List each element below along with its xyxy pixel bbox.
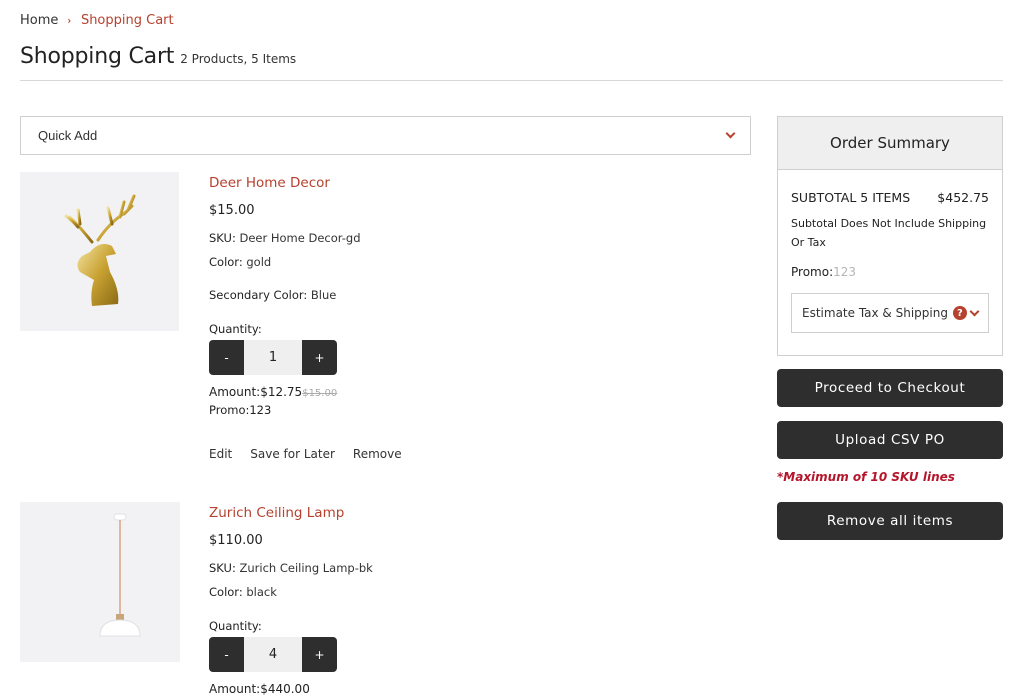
title-row: Shopping Cart 2 Products, 5 Items <box>20 44 296 69</box>
product-info: Deer Home Decor $15.00 SKU: Deer Home De… <box>209 172 729 461</box>
increase-quantity-button[interactable]: + <box>302 340 337 375</box>
remove-all-items-button[interactable]: Remove all items <box>777 502 1003 540</box>
product-price: $110.00 <box>209 533 263 548</box>
quantity-stepper: - 1 + <box>209 340 337 375</box>
color-value: gold <box>246 255 272 269</box>
product-image[interactable] <box>20 172 179 331</box>
promo-label: Promo: <box>209 403 250 417</box>
order-summary: Order Summary SUBTOTAL 5 ITEMS $452.75 S… <box>777 116 1003 356</box>
product-sku: SKU: Deer Home Decor-gd <box>209 231 729 245</box>
promo-value: 123 <box>249 403 272 417</box>
subtotal-note: Subtotal Does Not Include Shipping Or Ta… <box>791 217 987 249</box>
decrease-quantity-button[interactable]: - <box>209 637 244 672</box>
subtotal-label: SUBTOTAL 5 ITEMS <box>791 190 911 205</box>
summary-promo: Promo:123 <box>791 265 989 279</box>
cart-item: Deer Home Decor $15.00 SKU: Deer Home De… <box>20 172 751 482</box>
product-name-link[interactable]: Zurich Ceiling Lamp <box>209 505 729 521</box>
quantity-stepper: - 4 + <box>209 637 337 672</box>
order-summary-body: SUBTOTAL 5 ITEMS $452.75 Subtotal Does N… <box>778 190 1002 333</box>
upload-csv-po-button[interactable]: Upload CSV PO <box>777 421 1003 459</box>
secondary-color-value: Blue <box>310 288 337 302</box>
quick-add-dropdown[interactable]: Quick Add <box>20 116 751 155</box>
order-summary-title: Order Summary <box>778 117 1002 170</box>
chevron-down-icon <box>725 128 736 139</box>
help-icon[interactable]: ? <box>952 306 967 320</box>
subtotal-amount: $452.75 <box>937 190 989 205</box>
product-name-link[interactable]: Deer Home Decor <box>209 175 729 191</box>
deer-head-image <box>64 194 136 306</box>
product-color: Color: gold <box>209 255 729 269</box>
quantity-label: Quantity: <box>209 619 262 633</box>
original-amount: $15.00 <box>302 388 338 399</box>
max-sku-note: *Maximum of 10 SKU lines <box>777 470 955 484</box>
ceiling-lamp-image <box>99 513 141 637</box>
amount-value: $12.75 <box>260 385 303 399</box>
amount-label: Amount: <box>209 682 261 696</box>
quick-add-label: Quick Add <box>38 128 98 143</box>
subtotal-row: SUBTOTAL 5 ITEMS $452.75 <box>791 190 989 205</box>
quantity-value[interactable]: 4 <box>244 637 302 672</box>
quantity-value[interactable]: 1 <box>244 340 302 375</box>
color-value: black <box>246 585 277 599</box>
breadcrumb-current: Shopping Cart <box>80 13 174 28</box>
chevron-right-icon: › <box>67 14 72 27</box>
chevron-down-icon <box>969 306 980 316</box>
save-for-later-link[interactable]: Save for Later <box>250 447 335 461</box>
item-amount: Amount:$12.75$15.00 <box>209 385 729 399</box>
quantity-label: Quantity: <box>209 322 262 336</box>
product-color: Color: black <box>209 585 729 599</box>
decrease-quantity-button[interactable]: - <box>209 340 244 375</box>
product-sku: SKU: Zurich Ceiling Lamp-bk <box>209 561 729 575</box>
color-label: Color: <box>209 255 243 269</box>
sku-label: SKU: <box>209 231 236 245</box>
remove-link[interactable]: Remove <box>353 447 402 461</box>
product-image[interactable] <box>20 502 180 662</box>
proceed-to-checkout-button[interactable]: Proceed to Checkout <box>777 369 1003 407</box>
breadcrumb: Home › Shopping Cart <box>20 13 174 28</box>
title-divider <box>20 80 1003 81</box>
product-price: $15.00 <box>209 203 255 218</box>
increase-quantity-button[interactable]: + <box>302 637 337 672</box>
page-title: Shopping Cart <box>20 44 175 69</box>
item-amount: Amount:$440.00 <box>209 682 729 696</box>
amount-value: $440.00 <box>260 682 310 696</box>
cart-item: Zurich Ceiling Lamp $110.00 SKU: Zurich … <box>20 502 751 696</box>
estimate-tax-shipping-dropdown[interactable]: Estimate Tax & Shipping ? <box>791 293 989 333</box>
product-info: Zurich Ceiling Lamp $110.00 SKU: Zurich … <box>209 502 729 696</box>
edit-link[interactable]: Edit <box>209 447 232 461</box>
item-promo: Promo:123 <box>209 403 729 417</box>
summary-promo-label: Promo: <box>791 265 834 279</box>
sku-value: Zurich Ceiling Lamp-bk <box>239 561 373 575</box>
sku-label: SKU: <box>209 561 236 575</box>
breadcrumb-home-link[interactable]: Home <box>20 13 58 28</box>
summary-promo-code: 123 <box>833 265 857 279</box>
amount-label: Amount: <box>209 385 261 399</box>
cart-count: 2 Products, 5 Items <box>180 52 297 66</box>
color-label: Color: <box>209 585 243 599</box>
secondary-color-label: Secondary Color: <box>209 288 308 302</box>
estimate-label: Estimate Tax & Shipping <box>802 306 948 320</box>
product-secondary-color: Secondary Color: Blue <box>209 288 729 302</box>
sku-value: Deer Home Decor-gd <box>239 231 361 245</box>
item-actions: Edit Save for Later Remove <box>209 447 729 461</box>
